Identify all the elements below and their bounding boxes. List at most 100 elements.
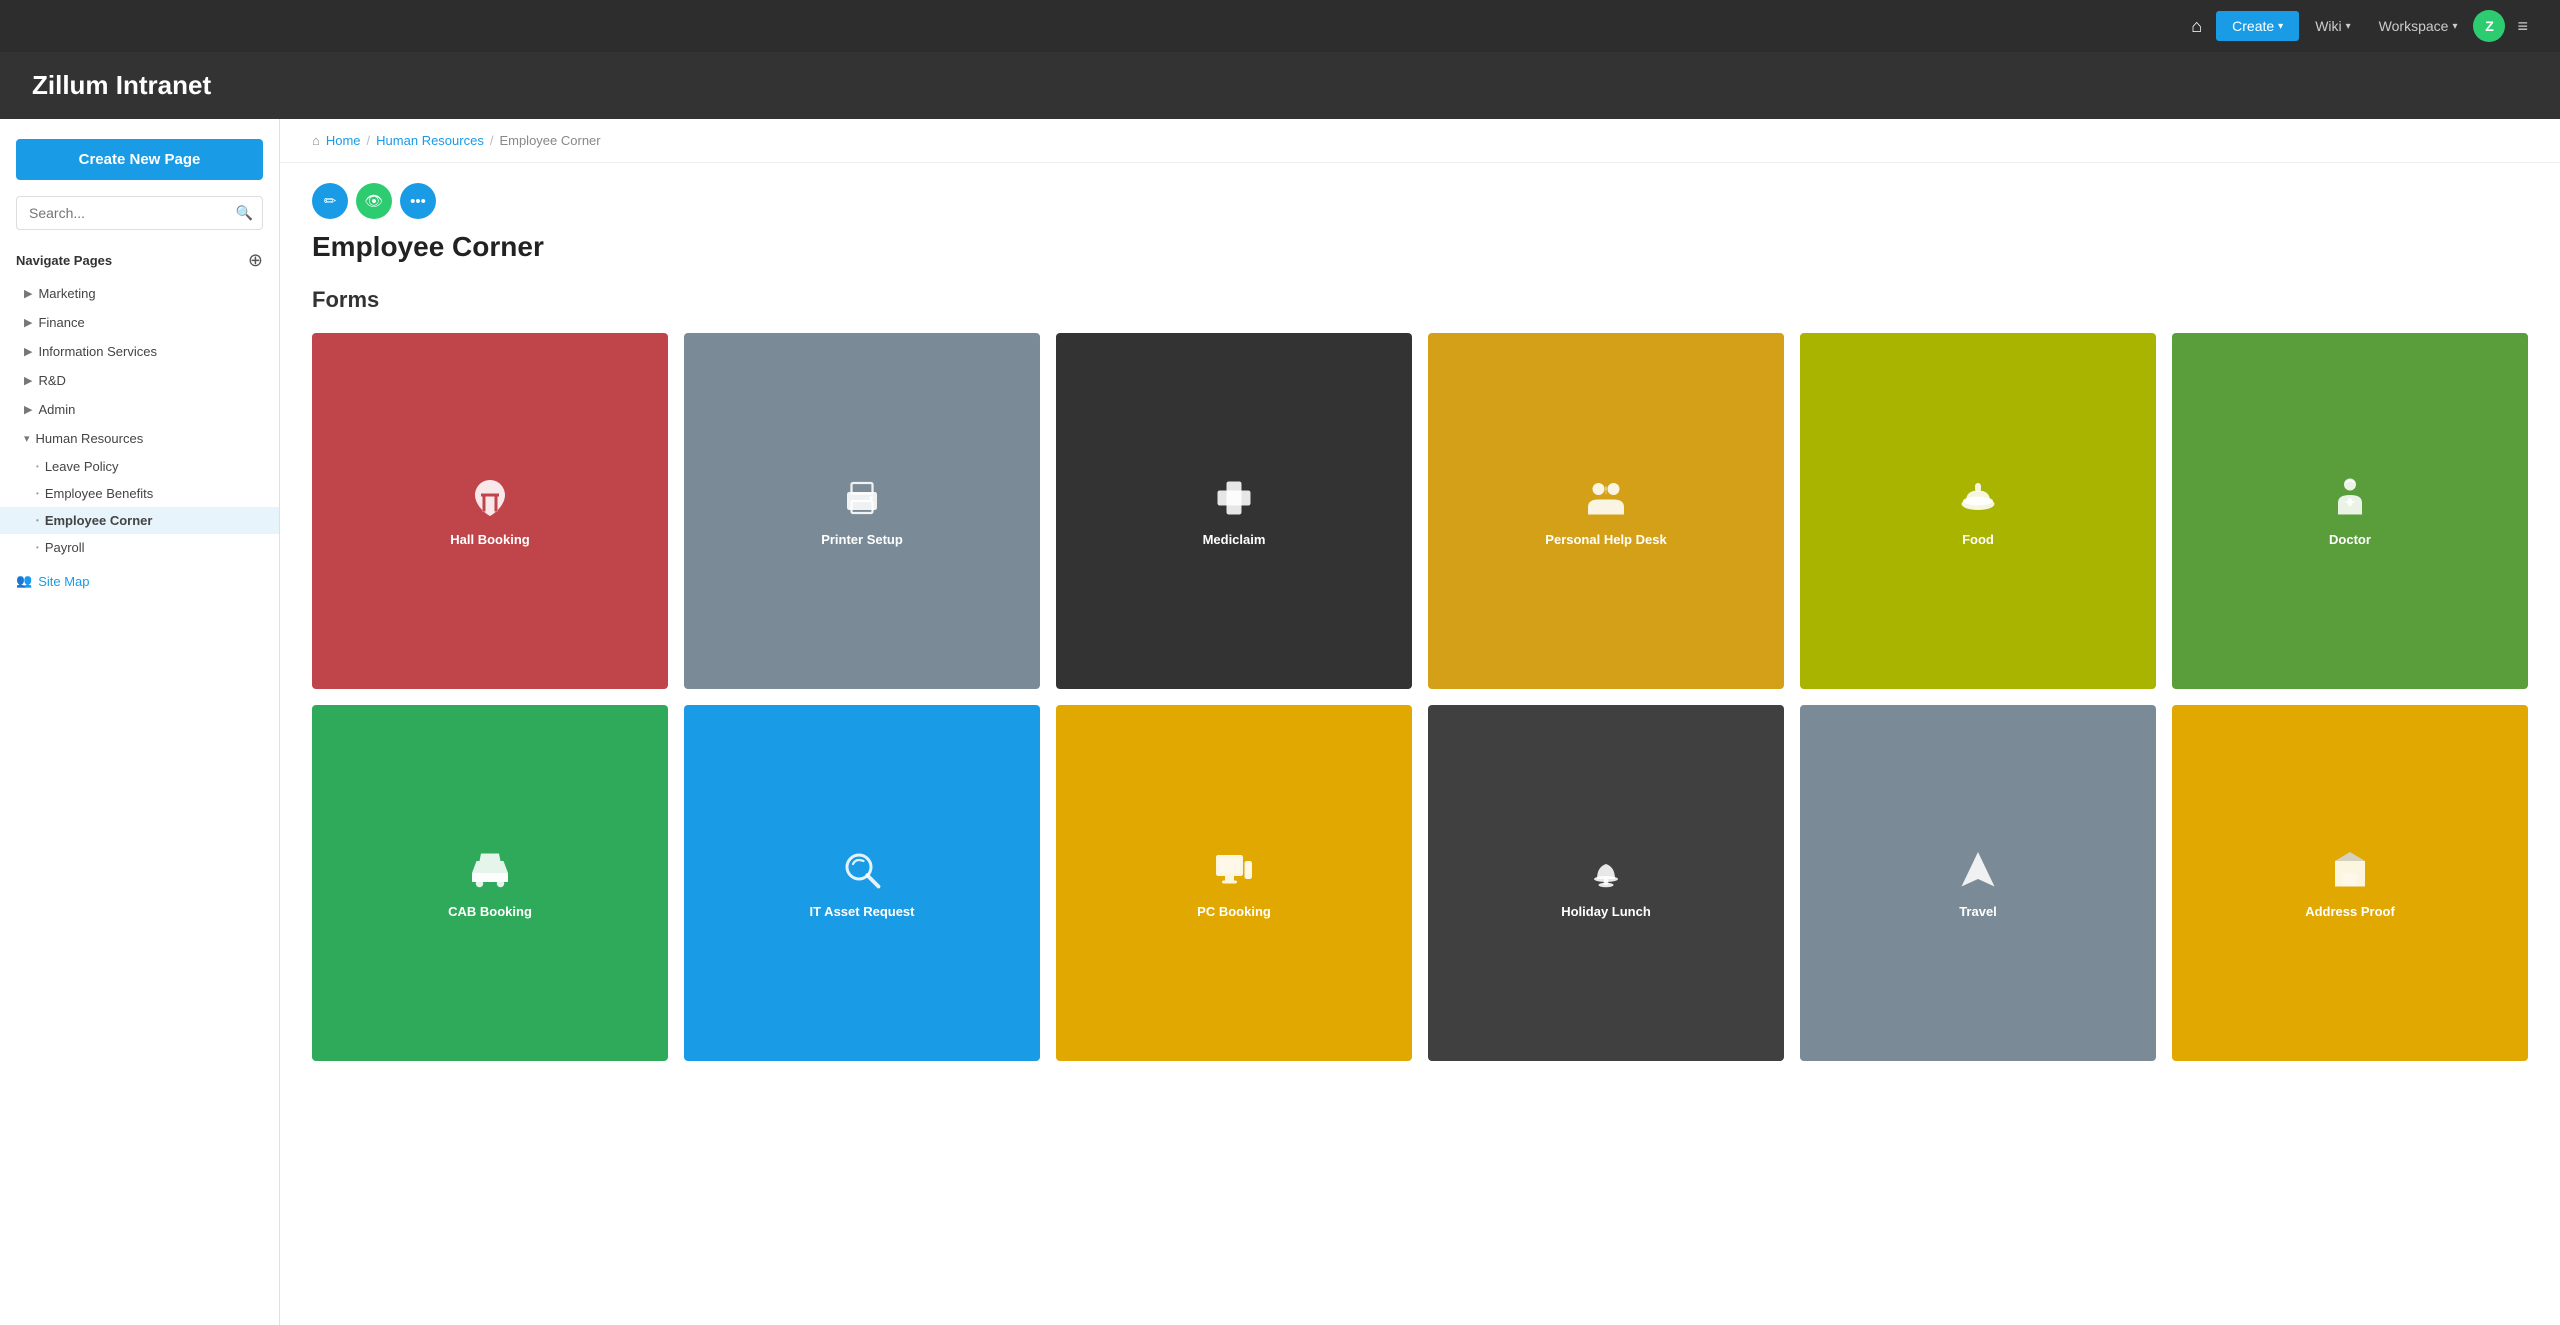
search-icon: 🔍 — [236, 205, 253, 222]
form-label: Hall Booking — [450, 532, 529, 549]
chevron-right-icon: ▶ — [24, 374, 32, 387]
travel-icon — [1954, 846, 2002, 894]
search-input[interactable] — [16, 196, 263, 230]
sidebar-item-label: Human Resources — [36, 431, 144, 446]
cab-booking-icon — [466, 846, 514, 894]
holiday-lunch-icon — [1582, 846, 1630, 894]
sidebar-item-label: Marketing — [38, 286, 95, 301]
page-title: Employee Corner — [312, 231, 2528, 263]
doctor-icon — [2326, 474, 2374, 522]
form-card-cab[interactable]: CAB Booking — [312, 705, 668, 1061]
form-card-holiday[interactable]: Holiday Lunch — [1428, 705, 1784, 1061]
sidebar-item-label: Admin — [38, 402, 75, 417]
sidebar-item-finance[interactable]: ▶ Finance — [0, 308, 279, 337]
avatar[interactable]: Z — [2473, 10, 2505, 42]
sidebar-item-rd[interactable]: ▶ R&D — [0, 366, 279, 395]
breadcrumb: ⌂ Home / Human Resources / Employee Corn… — [280, 119, 2560, 163]
bullet-icon: • — [36, 516, 39, 525]
workspace-dropdown-arrow: ▾ — [2452, 21, 2457, 32]
create-dropdown-arrow: ▾ — [2278, 21, 2283, 32]
create-label: Create — [2232, 18, 2274, 34]
form-label: PC Booking — [1197, 904, 1271, 921]
breadcrumb-sep-1: / — [367, 133, 371, 148]
forms-grid: Hall Booking Printer Setup — [312, 333, 2528, 1061]
sidebar: Create New Page 🔍 Navigate Pages ⊕ ▶ Mar… — [0, 119, 280, 1325]
chevron-down-icon: ▾ — [24, 432, 30, 445]
form-card-address[interactable]: Address Proof — [2172, 705, 2528, 1061]
address-proof-icon — [2326, 846, 2374, 894]
chevron-right-icon: ▶ — [24, 345, 32, 358]
svg-text:!: ! — [1605, 484, 1608, 496]
workspace-label: Workspace — [2379, 18, 2449, 34]
breadcrumb-home-link[interactable]: Home — [326, 133, 361, 148]
sidebar-subitem-employee-corner[interactable]: • Employee Corner — [0, 507, 279, 534]
menu-button[interactable]: ≡ — [2509, 10, 2536, 43]
navigate-pages-label: Navigate Pages — [16, 253, 112, 268]
more-button[interactable]: ••• — [400, 183, 436, 219]
form-label: Holiday Lunch — [1561, 904, 1651, 921]
top-nav: ⌂ Create ▾ Wiki ▾ Workspace ▾ Z ≡ — [0, 0, 2560, 52]
form-card-printer[interactable]: Printer Setup — [684, 333, 1040, 689]
form-label: Food — [1962, 532, 1994, 549]
form-label: Printer Setup — [821, 532, 903, 549]
sidebar-item-information-services[interactable]: ▶ Information Services — [0, 337, 279, 366]
chevron-right-icon: ▶ — [24, 316, 32, 329]
form-card-hall[interactable]: Hall Booking — [312, 333, 668, 689]
chevron-right-icon: ▶ — [24, 403, 32, 416]
sitemap-icon: 👥 — [16, 573, 32, 589]
add-page-button[interactable]: ⊕ — [248, 250, 263, 271]
breadcrumb-sep-2: / — [490, 133, 494, 148]
form-card-pc[interactable]: PC Booking — [1056, 705, 1412, 1061]
form-label: Travel — [1959, 904, 1997, 921]
main-layout: Create New Page 🔍 Navigate Pages ⊕ ▶ Mar… — [0, 119, 2560, 1325]
form-card-mediclaim[interactable]: Mediclaim — [1056, 333, 1412, 689]
sidebar-search-container: 🔍 — [16, 196, 263, 230]
form-label: IT Asset Request — [810, 904, 915, 921]
app-header: Zillum Intranet — [0, 52, 2560, 119]
create-button[interactable]: Create ▾ — [2216, 11, 2299, 41]
home-button[interactable]: ⌂ — [2181, 10, 2212, 43]
sidebar-subitem-leave-policy[interactable]: • Leave Policy — [0, 453, 279, 480]
edit-button[interactable]: ✏ — [312, 183, 348, 219]
sidebar-item-human-resources[interactable]: ▾ Human Resources — [0, 424, 279, 453]
sidebar-subitem-label: Employee Corner — [45, 513, 153, 528]
sidebar-subitem-payroll[interactable]: • Payroll — [0, 534, 279, 561]
sidebar-subitem-label: Employee Benefits — [45, 486, 153, 501]
form-card-it[interactable]: IT Asset Request — [684, 705, 1040, 1061]
main-content: ⌂ Home / Human Resources / Employee Corn… — [280, 119, 2560, 1325]
workspace-button[interactable]: Workspace ▾ — [2367, 11, 2470, 41]
bullet-icon: • — [36, 543, 39, 552]
navigate-pages-header: Navigate Pages ⊕ — [0, 250, 279, 279]
sidebar-item-label: R&D — [38, 373, 65, 388]
wiki-button[interactable]: Wiki ▾ — [2303, 11, 2362, 41]
sidebar-create-button[interactable]: Create New Page — [16, 139, 263, 180]
form-label: Address Proof — [2305, 904, 2395, 921]
form-label: CAB Booking — [448, 904, 532, 921]
form-card-doctor[interactable]: Doctor — [2172, 333, 2528, 689]
sidebar-item-marketing[interactable]: ▶ Marketing — [0, 279, 279, 308]
form-card-travel[interactable]: Travel — [1800, 705, 2156, 1061]
it-asset-icon — [838, 846, 886, 894]
bullet-icon: • — [36, 489, 39, 498]
pc-booking-icon — [1210, 846, 1258, 894]
form-card-food[interactable]: Food — [1800, 333, 2156, 689]
form-label: Doctor — [2329, 532, 2371, 549]
sidebar-item-label: Information Services — [38, 344, 157, 359]
hall-booking-icon — [466, 474, 514, 522]
breadcrumb-parent-link[interactable]: Human Resources — [376, 133, 484, 148]
breadcrumb-home-icon: ⌂ — [312, 133, 320, 148]
chevron-right-icon: ▶ — [24, 287, 32, 300]
sidebar-item-admin[interactable]: ▶ Admin — [0, 395, 279, 424]
sitemap-link[interactable]: 👥 Site Map — [0, 561, 279, 601]
page-actions: ✏ 👁 ••• — [312, 183, 2528, 219]
sidebar-item-label: Finance — [38, 315, 84, 330]
view-button[interactable]: 👁 — [356, 183, 392, 219]
wiki-dropdown-arrow: ▾ — [2346, 21, 2351, 32]
mediclaim-icon — [1210, 474, 1258, 522]
form-card-helpdesk[interactable]: ! Personal Help Desk — [1428, 333, 1784, 689]
sidebar-subitem-employee-benefits[interactable]: • Employee Benefits — [0, 480, 279, 507]
page-content: ✏ 👁 ••• Employee Corner Forms Hall Booki… — [280, 163, 2560, 1081]
sidebar-subitem-label: Leave Policy — [45, 459, 119, 474]
section-title: Forms — [312, 287, 2528, 313]
wiki-label: Wiki — [2315, 18, 2341, 34]
